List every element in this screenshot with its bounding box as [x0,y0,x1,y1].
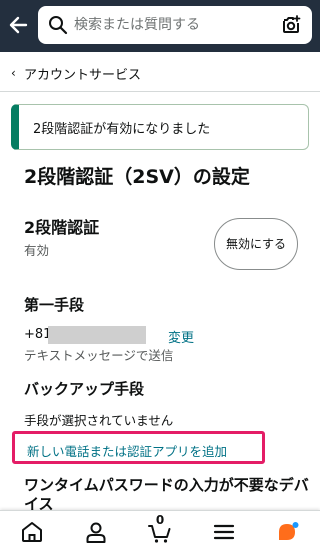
change-link[interactable]: 変更 [168,327,194,346]
no-backup-text: 手段が選択されていません [24,413,174,428]
backup-method-heading: バックアップ手段 [24,380,145,398]
breadcrumb[interactable]: ‹ アカウントサービス [0,52,320,92]
page-title: 2段階認証（2SV）の設定 [24,166,250,188]
otp-exempt-devices-heading: ワンタイムパスワードの入力が不要なデバイス [24,476,309,513]
camera-lens-icon[interactable] [280,14,302,36]
top-header [0,0,320,52]
chevron-left-icon: ‹ [11,66,16,80]
back-arrow-icon[interactable] [6,12,32,38]
menu-icon [213,524,235,540]
two-step-status: 有効 [24,243,50,258]
redacted-phone-number [48,326,146,344]
nav-rufus[interactable] [256,511,320,552]
search-icon [49,16,68,35]
two-step-heading: 2段階認証 [24,218,100,237]
nav-account[interactable] [64,511,128,552]
delivery-method: テキストメッセージで送信 [24,348,174,363]
search-bar[interactable] [38,6,312,44]
disable-button[interactable]: 無効にする [214,218,298,270]
breadcrumb-label[interactable]: アカウントサービス [24,64,141,83]
nav-menu[interactable] [192,511,256,552]
nav-cart[interactable]: 0 [128,511,192,552]
alert-message: 2段階認証が有効になりました [33,122,211,137]
rufus-assistant-icon [279,522,299,540]
add-phone-or-app-link[interactable]: 新しい電話または認証アプリを追加 [27,441,227,460]
success-alert: 2段階認証が有効になりました [11,104,309,150]
primary-method-heading: 第一手段 [24,296,85,314]
cart-icon [148,525,171,543]
bottom-navigation: 0 [0,510,320,552]
home-icon [22,522,42,542]
highlight-box: 新しい電話または認証アプリを追加 [12,431,265,464]
account-icon [86,522,106,543]
nav-home[interactable] [0,511,64,552]
search-input[interactable] [74,6,270,44]
